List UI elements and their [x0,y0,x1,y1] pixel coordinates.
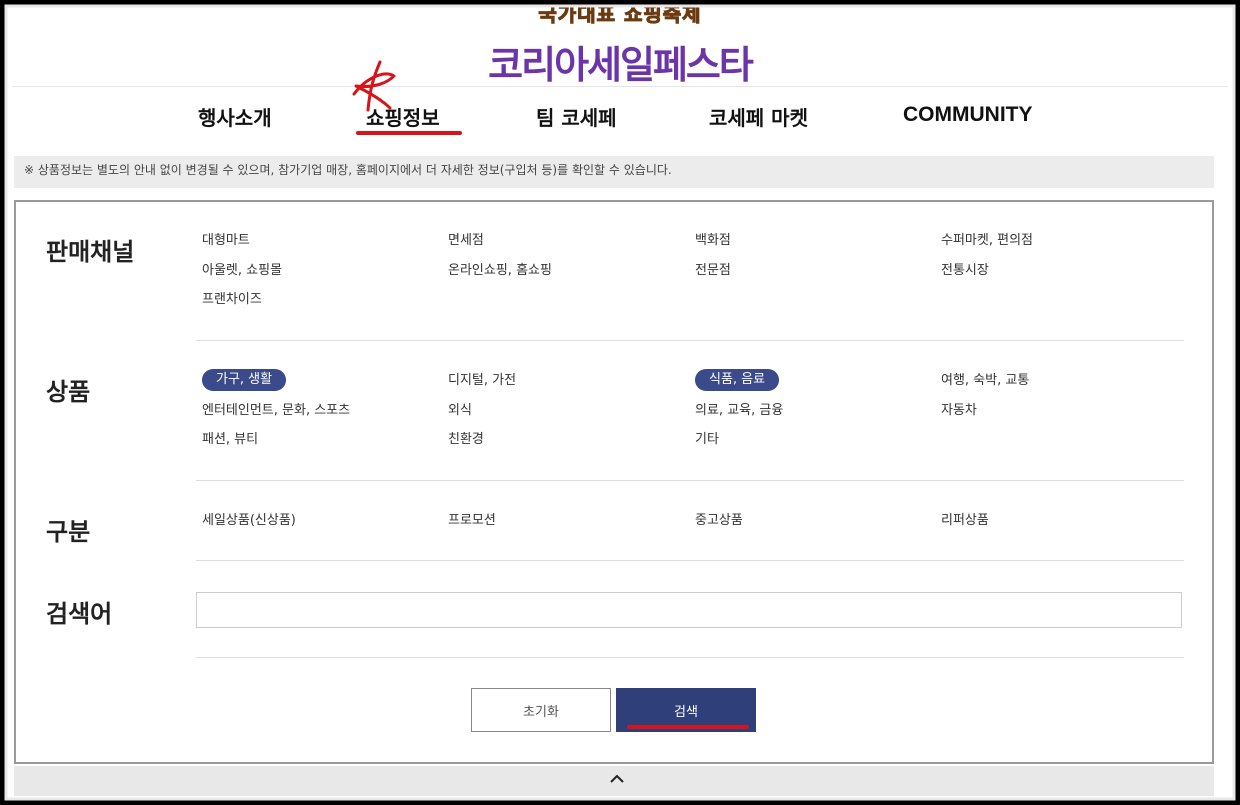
filter-label-keyword: 검색어 [46,600,113,628]
nav-item-event-intro[interactable]: 행사소개 [198,102,272,131]
product-option[interactable]: 기타 [695,429,719,451]
site-header: 국가대표 쇼핑축제 코리아세일페스타 [12,6,1228,88]
channel-option[interactable]: 아울렛, 쇼핑몰 [202,260,282,282]
nav-item-team-kosepe[interactable]: 팀 코세페 [536,102,617,131]
type-option[interactable]: 세일상품(신상품) [202,510,296,532]
channel-option[interactable]: 대형마트 [202,230,250,252]
type-option[interactable]: 리퍼상품 [941,510,989,532]
filter-label-type: 구분 [46,518,91,546]
row-divider [196,340,1184,341]
reset-button[interactable]: 초기화 [471,688,611,732]
row-divider [196,560,1184,561]
type-option[interactable]: 프로모션 [448,510,496,532]
product-option[interactable]: 여행, 숙박, 교통 [941,370,1029,392]
nav-item-community[interactable]: COMMUNITY [903,103,1033,127]
product-option-selected[interactable]: 가구, 생활 [202,369,287,391]
channel-option[interactable]: 프랜차이즈 [202,289,262,311]
scroll-top-bar [14,766,1214,796]
nav-item-shopping-info[interactable]: 쇼핑정보 [366,102,440,131]
product-option[interactable]: 의료, 교육, 금융 [695,400,783,422]
channel-option[interactable]: 전문점 [695,260,731,282]
filter-label-product: 상품 [46,378,91,406]
site-logo[interactable]: 코리아세일페스타 [12,34,1228,89]
channel-option[interactable]: 수퍼마켓, 편의점 [941,230,1033,252]
annotation-underline-nav [356,131,462,135]
product-option[interactable]: 디지털, 가전 [448,370,516,392]
channel-option[interactable]: 온라인쇼핑, 홈쇼핑 [448,260,552,282]
product-option[interactable]: 엔터테인먼트, 문화, 스포츠 [202,400,350,422]
header-divider [12,86,1228,87]
product-option[interactable]: 외식 [448,400,472,422]
row-divider [196,480,1184,481]
nav-item-kosepe-market[interactable]: 코세페 마켓 [709,102,808,131]
type-option[interactable]: 중고상품 [695,510,743,532]
channel-option[interactable]: 면세점 [448,230,484,252]
row-divider [196,657,1184,658]
header-tagline: 국가대표 쇼핑축제 [538,6,702,27]
channel-option[interactable]: 백화점 [695,230,731,252]
product-option[interactable]: 자동차 [941,400,977,422]
filter-label-channel: 판매채널 [46,238,135,266]
chevron-up-icon[interactable] [610,772,624,786]
channel-option[interactable]: 전통시장 [941,260,989,282]
product-option[interactable]: 패션, 뷰티 [202,429,258,451]
main-nav: 행사소개 쇼핑정보 팀 코세페 코세페 마켓 COMMUNITY [6,102,1234,142]
page-frame: 국가대표 쇼핑축제 코리아세일페스타 행사소개 쇼핑정보 팀 코세페 코세페 마… [6,6,1234,799]
annotation-underline-search [627,725,749,729]
product-option-selected[interactable]: 식품, 음료 [695,369,780,391]
keyword-search-input[interactable] [196,592,1182,628]
search-filter-panel: 판매채널 대형마트 면세점 백화점 수퍼마켓, 편의점 아울렛, 쇼핑몰 온라인… [14,200,1214,764]
product-option[interactable]: 친환경 [448,429,484,451]
notice-text: ※ 상품정보는 별도의 안내 없이 변경될 수 있으며, 참가기업 매장, 홈페… [14,156,1214,188]
